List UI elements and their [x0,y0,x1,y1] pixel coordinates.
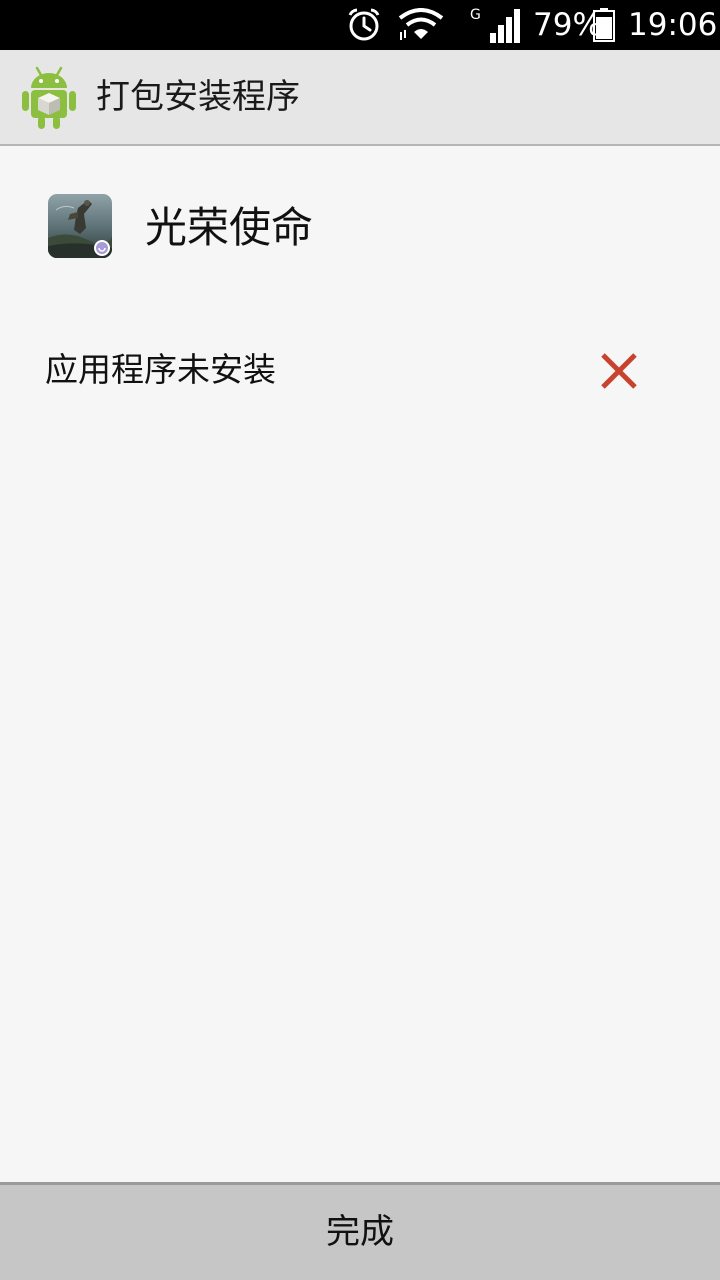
status-bar: G 79% 19:06 [0,0,720,50]
done-button[interactable]: 完成 [0,1185,720,1280]
network-type-label: G [470,7,481,23]
app-name: 光荣使命 [145,203,314,252]
battery-percent: 79% [533,7,602,43]
bottom-bar: 完成 [0,1182,720,1280]
cell-signal-icon: G [470,0,524,50]
install-status-row: 应用程序未安装 [0,340,720,400]
action-bar-title: 打包安装程序 [96,77,300,117]
alarm-icon [346,0,384,50]
wifi-icon [398,0,444,50]
game-app-icon [48,194,112,258]
screen: G 79% 19:06 打包安装程序 光荣使命 应用程序未安装 完成 [0,0,720,1280]
clock-time: 19:06 [628,7,718,43]
install-status-message: 应用程序未安装 [45,350,276,389]
android-package-icon [20,66,78,130]
battery-icon [593,0,617,50]
failed-x-icon [598,350,640,392]
action-bar: 打包安装程序 [0,50,720,146]
app-info-row: 光荣使命 [0,192,720,264]
